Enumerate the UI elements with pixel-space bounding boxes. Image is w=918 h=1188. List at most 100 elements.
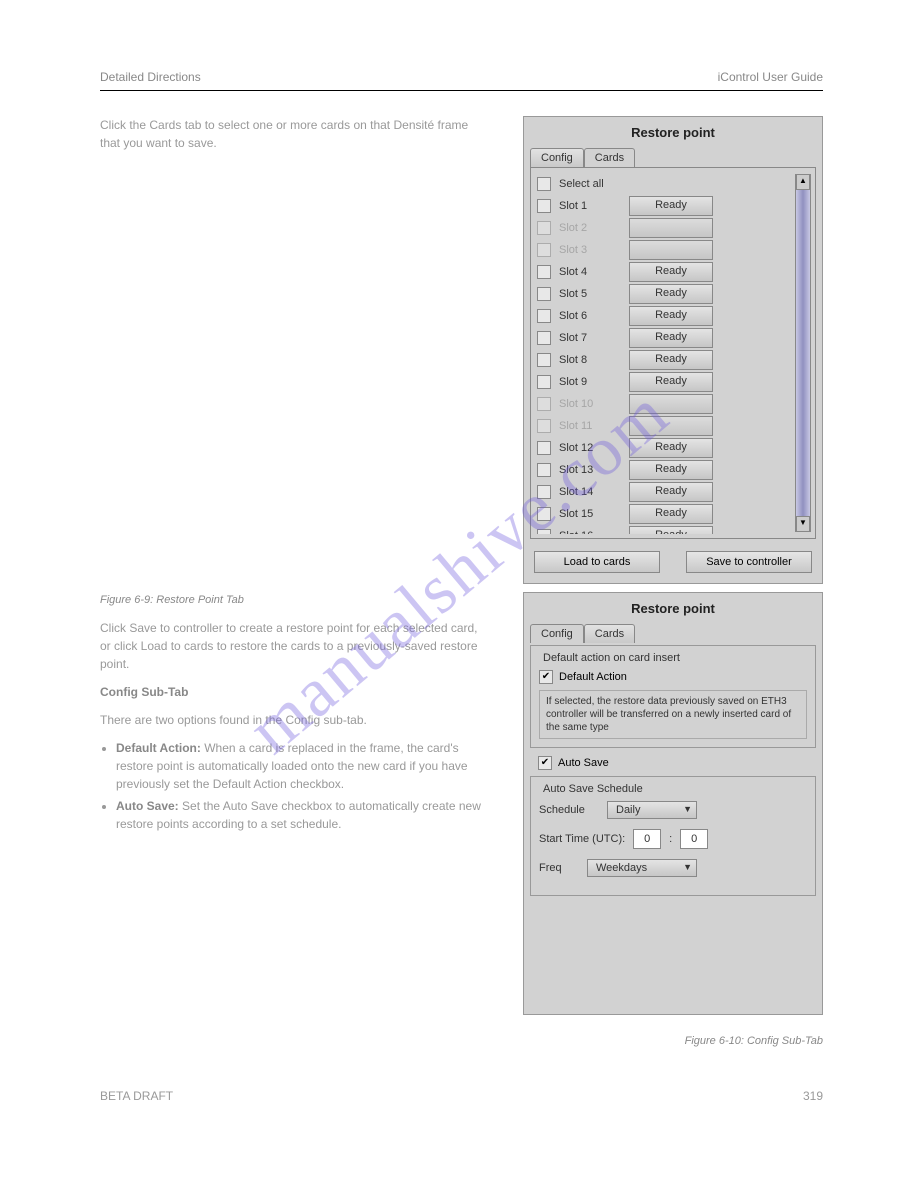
freq-dropdown[interactable]: Weekdays (587, 859, 697, 877)
slot-row: Slot 5 Ready (537, 284, 815, 304)
list-item-default-action: Default Action: When a card is replaced … (116, 739, 490, 793)
schedule-dropdown[interactable]: Daily (607, 801, 697, 819)
time-colon: : (669, 833, 672, 845)
slot-status (629, 416, 713, 436)
slot-checkbox[interactable] (537, 309, 551, 323)
slot-label: Slot 2 (559, 222, 621, 234)
default-action-desc: If selected, the restore data previously… (539, 690, 807, 739)
header-left: Detailed Directions (100, 70, 201, 84)
slot-label: Slot 3 (559, 244, 621, 256)
footer-right: 319 (803, 1089, 823, 1103)
slot-label: Slot 4 (559, 266, 621, 278)
schedule-label: Schedule (539, 804, 599, 816)
slot-row: Slot 2 (537, 218, 815, 238)
start-minute-input[interactable]: 0 (680, 829, 708, 849)
slot-status[interactable]: Ready (629, 262, 713, 282)
slot-label: Slot 11 (559, 420, 621, 432)
scrollbar[interactable]: ▲ ▼ (795, 174, 811, 532)
slot-row: Slot 8 Ready (537, 350, 815, 370)
slot-status[interactable]: Ready (629, 482, 713, 502)
slot-label: Slot 5 (559, 288, 621, 300)
slot-label: Slot 1 (559, 200, 621, 212)
slot-checkbox[interactable] (537, 353, 551, 367)
slot-label: Slot 14 (559, 486, 621, 498)
slot-status[interactable]: Ready (629, 306, 713, 326)
auto-save-checkbox[interactable] (538, 756, 552, 770)
slot-checkbox[interactable] (537, 375, 551, 389)
slot-label: Slot 10 (559, 398, 621, 410)
scroll-down[interactable]: ▼ (796, 516, 810, 532)
slot-label: Slot 13 (559, 464, 621, 476)
slot-checkbox (537, 221, 551, 235)
slot-checkbox[interactable] (537, 331, 551, 345)
slot-checkbox[interactable] (537, 199, 551, 213)
slot-label: Slot 12 (559, 442, 621, 454)
select-all-label: Select all (559, 178, 604, 190)
fs2-title: Auto Save Schedule (539, 783, 647, 795)
tab-cards-2[interactable]: Cards (584, 624, 635, 643)
slot-row: Slot 15 Ready (537, 504, 815, 524)
slot-status[interactable]: Ready (629, 350, 713, 370)
slot-status[interactable]: Ready (629, 328, 713, 348)
slot-row: Slot 12 Ready (537, 438, 815, 458)
slot-label: Slot 8 (559, 354, 621, 366)
slot-checkbox[interactable] (537, 529, 551, 534)
slot-checkbox[interactable] (537, 463, 551, 477)
select-all-row[interactable]: Select all (537, 174, 815, 194)
slot-row: Slot 11 (537, 416, 815, 436)
slot-status[interactable]: Ready (629, 284, 713, 304)
slot-checkbox[interactable] (537, 441, 551, 455)
slot-row: Slot 10 (537, 394, 815, 414)
slot-label: Slot 9 (559, 376, 621, 388)
tab-config[interactable]: Config (530, 148, 584, 167)
tab-cards[interactable]: Cards (584, 148, 635, 167)
slot-status[interactable]: Ready (629, 196, 713, 216)
slot-status[interactable]: Ready (629, 438, 713, 458)
slot-checkbox[interactable] (537, 287, 551, 301)
after-p2-strong: Config Sub-Tab (100, 685, 188, 699)
section1-lead: Click the Cards tab to select one or mor… (100, 116, 490, 152)
slot-row: Slot 1 Ready (537, 196, 815, 216)
slot-row: Slot 16 Ready (537, 526, 815, 534)
slot-status (629, 394, 713, 414)
slot-label: Slot 7 (559, 332, 621, 344)
slot-label: Slot 6 (559, 310, 621, 322)
figure1-caption: Figure 6-9: Restore Point Tab (100, 592, 490, 609)
restore-point-panel-config: Restore point Config Cards Default actio… (523, 592, 823, 1015)
start-hour-input[interactable]: 0 (633, 829, 661, 849)
slot-status[interactable]: Ready (629, 372, 713, 392)
slot-label: Slot 15 (559, 508, 621, 520)
select-all-checkbox[interactable] (537, 177, 551, 191)
slot-status[interactable]: Ready (629, 460, 713, 480)
slot-status (629, 240, 713, 260)
figure2-caption: Figure 6-10: Config Sub-Tab (685, 1035, 823, 1047)
header-right: iControl User Guide (718, 70, 823, 84)
footer-left: BETA DRAFT (100, 1089, 173, 1103)
slot-row: Slot 6 Ready (537, 306, 815, 326)
slot-checkbox[interactable] (537, 485, 551, 499)
after-p3: There are two options found in the Confi… (100, 711, 490, 729)
slot-label: Slot 16 (559, 530, 621, 534)
default-action-checkbox[interactable] (539, 670, 553, 684)
slot-status (629, 218, 713, 238)
freq-label: Freq (539, 862, 579, 874)
slot-row: Slot 4 Ready (537, 262, 815, 282)
load-to-cards-button[interactable]: Load to cards (534, 551, 660, 573)
scroll-up[interactable]: ▲ (796, 174, 810, 190)
slot-row: Slot 13 Ready (537, 460, 815, 480)
after-p1: Click Save to controller to create a res… (100, 619, 490, 673)
slot-row: Slot 14 Ready (537, 482, 815, 502)
tab-config-2[interactable]: Config (530, 624, 584, 643)
auto-save-label: Auto Save (558, 757, 609, 769)
fs1-title: Default action on card insert (539, 652, 684, 664)
panel1-title: Restore point (524, 117, 822, 148)
default-action-label: Default Action (559, 671, 627, 683)
slot-checkbox[interactable] (537, 265, 551, 279)
panel2-title: Restore point (524, 593, 822, 624)
slot-status[interactable]: Ready (629, 526, 713, 534)
save-to-controller-button[interactable]: Save to controller (686, 551, 812, 573)
slot-checkbox[interactable] (537, 507, 551, 521)
slot-status[interactable]: Ready (629, 504, 713, 524)
slot-checkbox (537, 419, 551, 433)
slot-checkbox (537, 243, 551, 257)
